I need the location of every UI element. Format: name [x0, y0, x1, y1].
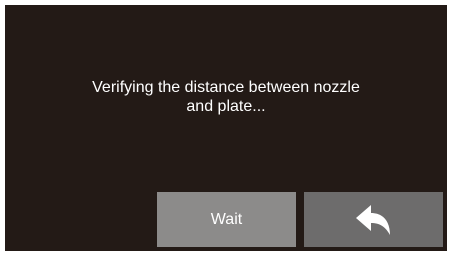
back-arrow-icon: [355, 204, 392, 235]
wait-button[interactable]: Wait: [157, 192, 296, 247]
status-message-line-1: Verifying the distance between nozzle: [92, 79, 360, 96]
printer-screen: Verifying the distance between nozzle an…: [5, 5, 447, 251]
wait-button-label: Wait: [210, 210, 243, 228]
back-button[interactable]: [304, 192, 443, 247]
status-message: Verifying the distance between nozzle an…: [25, 78, 427, 116]
status-message-line-2: and plate...: [186, 98, 266, 115]
